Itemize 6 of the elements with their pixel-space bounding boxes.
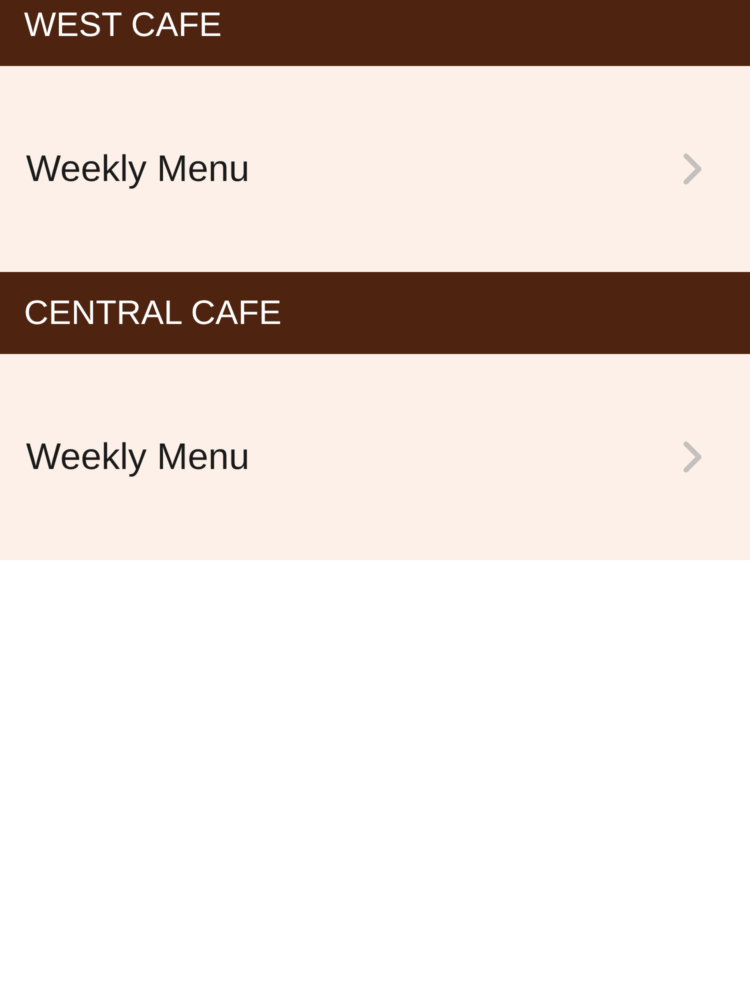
menu-list-item[interactable]: Weekly Menu	[0, 66, 750, 272]
chevron-right-icon	[682, 152, 704, 186]
section-title: CENTRAL CAFE	[24, 294, 282, 332]
menu-list-item[interactable]: Weekly Menu	[0, 354, 750, 560]
section-title: WEST CAFE	[24, 6, 222, 44]
chevron-right-icon	[682, 440, 704, 474]
